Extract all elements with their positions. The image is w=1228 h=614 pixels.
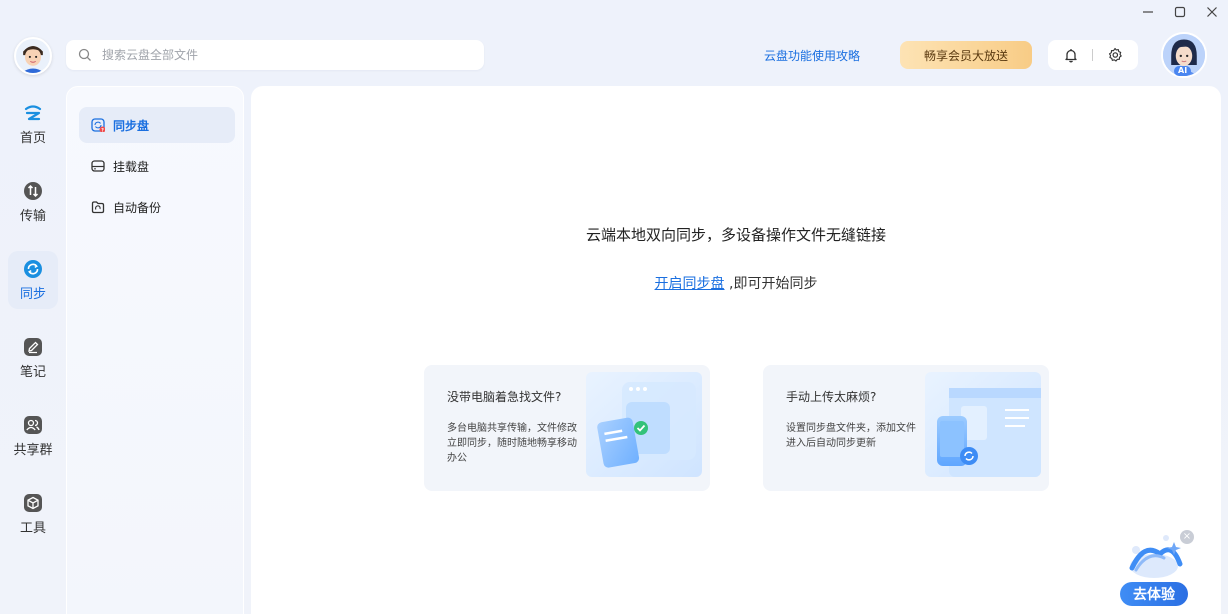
card-title: 手动上传太麻烦? [786, 390, 877, 404]
nav-label: 工具 [19, 520, 46, 536]
nav-item-transfer[interactable]: 传输 [8, 173, 58, 231]
cloud-home-icon [24, 104, 42, 120]
sync-headline: 云端本地双向同步，多设备操作文件无缝链接 [585, 226, 886, 244]
sidebar-item-label: 挂载盘 [113, 159, 150, 174]
nav-label: 同步 [19, 286, 46, 302]
nav-label: 传输 [19, 208, 46, 224]
bell-icon[interactable] [1063, 47, 1079, 63]
sync-sidebar: ? 同步盘 挂载盘 自动备份 [66, 86, 244, 614]
vip-promo-button[interactable]: 畅享会员大放送 [900, 41, 1032, 69]
ai-badge: AI [1174, 66, 1192, 76]
open-sync-disk-link[interactable]: 开启同步盘 [655, 276, 725, 292]
search-input[interactable] [102, 48, 462, 62]
transfer-icon [24, 181, 42, 200]
note-icon [24, 337, 42, 356]
close-window-button[interactable] [1196, 0, 1228, 24]
main-panel: 云端本地双向同步，多设备操作文件无缝链接 开启同步盘 ,即可开始同步 没带电脑着… [251, 86, 1221, 614]
maximize-icon [1174, 6, 1186, 18]
sidebar-item-sync-disk[interactable]: ? 同步盘 [79, 107, 235, 143]
user-avatar-icon [16, 39, 50, 73]
backup-folder-icon [91, 200, 105, 214]
nav-item-share-group[interactable]: 共享群 [8, 407, 58, 465]
nav-item-tools[interactable]: 工具 [8, 485, 58, 543]
search-icon [78, 48, 91, 61]
header-tools [1048, 40, 1138, 70]
divider [1092, 49, 1094, 61]
minimize-icon [1143, 11, 1153, 13]
sidebar-item-label: 自动备份 [113, 200, 162, 215]
card-description: 多台电脑共享传输，文件修改立即同步，随时随地畅享移动办公 [447, 423, 577, 464]
auto-upload-illustration [925, 372, 1041, 477]
maximize-button[interactable] [1164, 0, 1196, 24]
nav-item-home[interactable]: 首页 [8, 95, 58, 153]
window-controls [1132, 0, 1228, 24]
sync-icon [24, 259, 42, 278]
nav-item-notes[interactable]: 笔记 [8, 329, 58, 387]
svg-text:?: ? [101, 127, 104, 132]
multi-device-illustration [586, 372, 702, 477]
search-bar[interactable] [66, 40, 484, 70]
feature-card: 没带电脑着急找文件? 多台电脑共享传输，文件修改立即同步，随时随地畅享移动办公 [424, 365, 710, 491]
sync-subline: 开启同步盘 ,即可开始同步 [251, 273, 1221, 293]
close-widget-button[interactable]: × [1180, 530, 1194, 544]
sidebar-item-label: 同步盘 [113, 118, 150, 133]
nav-label: 首页 [19, 130, 46, 146]
try-now-button[interactable]: 去体验 [1120, 582, 1188, 606]
user-avatar[interactable] [14, 37, 52, 75]
close-icon [1207, 7, 1217, 17]
feature-card: 手动上传太麻烦? 设置同步盘文件夹，添加文件进入后自动同步更新 [763, 365, 1049, 491]
nav-label: 笔记 [19, 364, 46, 380]
card-title: 没带电脑着急找文件? [447, 390, 562, 404]
nav-item-sync[interactable]: 同步 [8, 251, 58, 309]
tools-icon [24, 493, 42, 512]
nav-label: 共享群 [13, 442, 53, 458]
minimize-button[interactable] [1132, 0, 1164, 24]
feature-guide-link[interactable]: 云盘功能使用攻略 [764, 47, 860, 64]
share-group-icon [24, 415, 42, 434]
sync-disk-icon: ? [91, 118, 106, 133]
sync-subline-suffix: ,即可开始同步 [724, 276, 818, 292]
sidebar-item-mount-disk[interactable]: 挂载盘 [79, 148, 235, 184]
sidebar-item-auto-backup[interactable]: 自动备份 [79, 189, 235, 225]
try-widget: × 去体验 [1116, 528, 1194, 608]
gear-icon[interactable] [1107, 47, 1123, 63]
mount-disk-icon [91, 159, 105, 173]
card-description: 设置同步盘文件夹，添加文件进入后自动同步更新 [786, 423, 916, 449]
